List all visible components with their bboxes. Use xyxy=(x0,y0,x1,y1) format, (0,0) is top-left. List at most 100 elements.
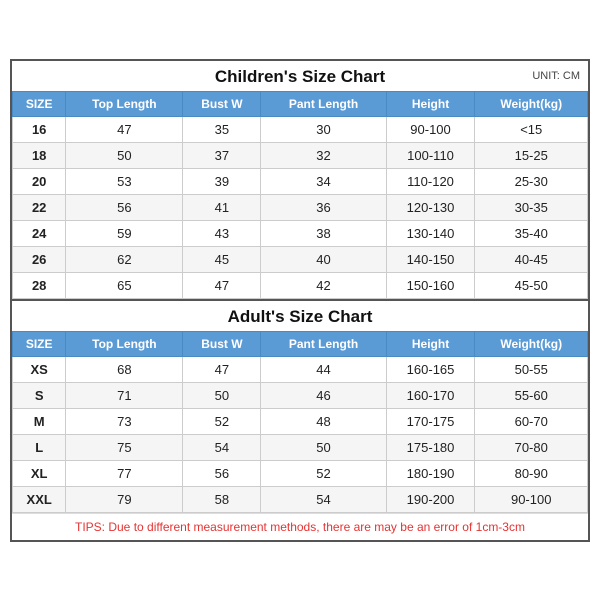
table-cell: 48 xyxy=(261,408,386,434)
table-cell: 160-170 xyxy=(386,382,475,408)
table-cell: 90-100 xyxy=(475,486,588,512)
table-cell: 28 xyxy=(13,272,66,298)
unit-label: UNIT: CM xyxy=(532,70,580,82)
table-cell: 190-200 xyxy=(386,486,475,512)
children-col-toplength: Top Length xyxy=(66,91,183,116)
table-cell: 65 xyxy=(66,272,183,298)
table-cell: 44 xyxy=(261,356,386,382)
table-cell: 59 xyxy=(66,220,183,246)
children-col-bustw: Bust W xyxy=(183,91,261,116)
table-cell: M xyxy=(13,408,66,434)
table-cell: 175-180 xyxy=(386,434,475,460)
table-row: L755450175-18070-80 xyxy=(13,434,588,460)
table-row: S715046160-17055-60 xyxy=(13,382,588,408)
table-row: XL775652180-19080-90 xyxy=(13,460,588,486)
table-row: 24594338130-14035-40 xyxy=(13,220,588,246)
adults-col-toplength: Top Length xyxy=(66,331,183,356)
table-row: 26624540140-15040-45 xyxy=(13,246,588,272)
table-cell: 45-50 xyxy=(475,272,588,298)
table-cell: L xyxy=(13,434,66,460)
adults-table: SIZE Top Length Bust W Pant Length Heigh… xyxy=(12,331,588,513)
table-cell: 46 xyxy=(261,382,386,408)
table-cell: 180-190 xyxy=(386,460,475,486)
table-cell: 54 xyxy=(261,486,386,512)
table-cell: 50-55 xyxy=(475,356,588,382)
table-cell: 38 xyxy=(261,220,386,246)
children-title: Children's Size Chart xyxy=(215,67,385,86)
table-cell: 47 xyxy=(66,116,183,142)
table-cell: 43 xyxy=(183,220,261,246)
children-title-row: Children's Size Chart UNIT: CM xyxy=(12,61,588,91)
adults-header-row: SIZE Top Length Bust W Pant Length Heigh… xyxy=(13,331,588,356)
adults-title-row: Adult's Size Chart xyxy=(12,299,588,331)
table-row: 20533934110-12025-30 xyxy=(13,168,588,194)
table-cell: <15 xyxy=(475,116,588,142)
table-cell: 160-165 xyxy=(386,356,475,382)
table-cell: 25-30 xyxy=(475,168,588,194)
table-cell: 55-60 xyxy=(475,382,588,408)
table-cell: 26 xyxy=(13,246,66,272)
table-cell: 130-140 xyxy=(386,220,475,246)
table-row: XXL795854190-20090-100 xyxy=(13,486,588,512)
children-header-row: SIZE Top Length Bust W Pant Length Heigh… xyxy=(13,91,588,116)
table-cell: 58 xyxy=(183,486,261,512)
table-cell: 35-40 xyxy=(475,220,588,246)
table-cell: 32 xyxy=(261,142,386,168)
table-cell: 110-120 xyxy=(386,168,475,194)
table-cell: 73 xyxy=(66,408,183,434)
table-cell: 42 xyxy=(261,272,386,298)
table-cell: 68 xyxy=(66,356,183,382)
adults-col-weight: Weight(kg) xyxy=(475,331,588,356)
table-cell: 20 xyxy=(13,168,66,194)
table-cell: 53 xyxy=(66,168,183,194)
table-cell: S xyxy=(13,382,66,408)
adults-col-height: Height xyxy=(386,331,475,356)
table-cell: 41 xyxy=(183,194,261,220)
table-cell: 52 xyxy=(261,460,386,486)
table-cell: 16 xyxy=(13,116,66,142)
table-cell: 79 xyxy=(66,486,183,512)
table-cell: 56 xyxy=(183,460,261,486)
table-cell: 52 xyxy=(183,408,261,434)
table-cell: 70-80 xyxy=(475,434,588,460)
table-cell: 40-45 xyxy=(475,246,588,272)
table-cell: 40 xyxy=(261,246,386,272)
table-cell: 80-90 xyxy=(475,460,588,486)
table-row: 18503732100-11015-25 xyxy=(13,142,588,168)
table-cell: 30 xyxy=(261,116,386,142)
table-cell: 170-175 xyxy=(386,408,475,434)
table-cell: 35 xyxy=(183,116,261,142)
adults-title: Adult's Size Chart xyxy=(228,307,373,326)
table-cell: 75 xyxy=(66,434,183,460)
table-cell: 56 xyxy=(66,194,183,220)
table-cell: XL xyxy=(13,460,66,486)
table-cell: 150-160 xyxy=(386,272,475,298)
children-col-pantlength: Pant Length xyxy=(261,91,386,116)
chart-container: Children's Size Chart UNIT: CM SIZE Top … xyxy=(10,59,590,542)
children-table: SIZE Top Length Bust W Pant Length Heigh… xyxy=(12,91,588,299)
table-cell: 34 xyxy=(261,168,386,194)
tips-row: TIPS: Due to different measurement metho… xyxy=(12,513,588,540)
table-cell: 120-130 xyxy=(386,194,475,220)
table-cell: 100-110 xyxy=(386,142,475,168)
table-cell: 39 xyxy=(183,168,261,194)
table-cell: 50 xyxy=(261,434,386,460)
adults-col-bustw: Bust W xyxy=(183,331,261,356)
table-cell: 47 xyxy=(183,272,261,298)
table-cell: 36 xyxy=(261,194,386,220)
table-cell: 22 xyxy=(13,194,66,220)
table-cell: 62 xyxy=(66,246,183,272)
table-cell: 90-100 xyxy=(386,116,475,142)
adults-col-pantlength: Pant Length xyxy=(261,331,386,356)
table-cell: 24 xyxy=(13,220,66,246)
table-row: 22564136120-13030-35 xyxy=(13,194,588,220)
table-cell: XXL xyxy=(13,486,66,512)
table-row: 1647353090-100<15 xyxy=(13,116,588,142)
children-col-height: Height xyxy=(386,91,475,116)
table-cell: 140-150 xyxy=(386,246,475,272)
table-cell: XS xyxy=(13,356,66,382)
children-col-size: SIZE xyxy=(13,91,66,116)
table-cell: 15-25 xyxy=(475,142,588,168)
table-cell: 54 xyxy=(183,434,261,460)
children-col-weight: Weight(kg) xyxy=(475,91,588,116)
